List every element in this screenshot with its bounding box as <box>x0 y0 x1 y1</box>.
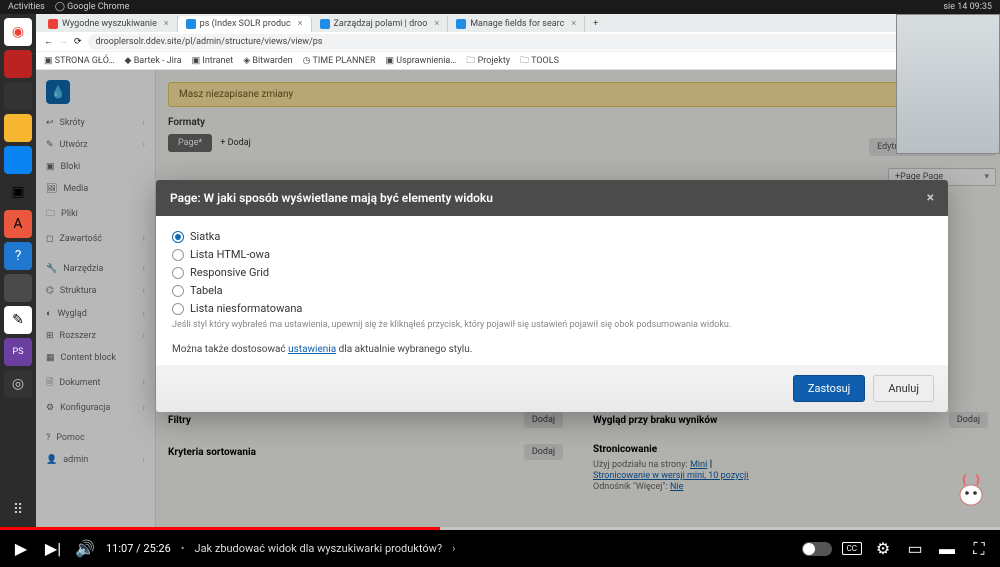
dock-app-icon[interactable]: ✎ <box>4 306 32 334</box>
radio-option[interactable]: Siatka <box>172 230 932 243</box>
dock-app-icon[interactable] <box>4 82 32 110</box>
dock-app-icon[interactable]: A <box>4 210 32 238</box>
drupal-page: 💧 ↩Skróty› ✎Utwórz› ▣Bloki 🖼Media 🗀Pliki… <box>36 70 1000 530</box>
ubuntu-dock: ◉ ▣ A ? ✎ PS ◎ ⠿ <box>0 14 36 530</box>
settings-icon[interactable]: ⚙ <box>872 538 894 560</box>
nav-fwd-icon[interactable]: → <box>59 36 68 47</box>
modal-header: Page: W jaki sposób wyświetlane mają być… <box>156 180 948 216</box>
bookmark-item[interactable]: ▣ Usprawnienia… <box>386 56 457 66</box>
bookmark-item[interactable]: 🗀 TOOLS <box>520 53 559 69</box>
dock-help-icon[interactable]: ? <box>4 242 32 270</box>
bookmark-item[interactable]: 🗀 Projekty <box>466 53 510 69</box>
theatre-icon[interactable]: ▬ <box>936 538 958 560</box>
reload-icon[interactable]: ⟳ <box>74 37 82 47</box>
nav-back-icon[interactable]: ← <box>44 36 53 47</box>
browser-tab[interactable]: Zarządzaj polami | droo× <box>312 16 449 32</box>
webcam-overlay <box>896 14 1000 154</box>
chapter-next-icon[interactable]: › <box>452 542 455 555</box>
bookmark-item[interactable]: ▣ STRONA GŁÓ… <box>44 56 115 66</box>
radio-icon <box>172 267 184 279</box>
format-modal: Page: W jaki sposób wyświetlane mają być… <box>156 180 948 412</box>
clock[interactable]: sie 14 09:35 <box>943 2 992 12</box>
dock-app-icon[interactable] <box>4 50 32 78</box>
bookmark-item[interactable]: ◆ Bartek - Jira <box>125 56 182 66</box>
video-time: 11:07 / 25:26 <box>106 542 171 555</box>
miniplayer-icon[interactable]: ▭ <box>904 538 926 560</box>
bookmark-item[interactable]: ◈ Bitwarden <box>243 56 292 66</box>
modal-hint: Jeśli styl który wybrałeś ma ustawienia,… <box>172 320 932 330</box>
dock-obs-icon[interactable]: ◎ <box>4 370 32 398</box>
close-icon[interactable]: × <box>298 19 303 29</box>
play-icon[interactable]: ▶ <box>10 538 32 560</box>
apply-button[interactable]: Zastosuj <box>793 375 865 402</box>
cc-button[interactable]: CC <box>842 542 862 555</box>
autoplay-toggle[interactable] <box>802 542 832 556</box>
modal-footer: Zastosuj Anuluj <box>156 365 948 412</box>
radio-option[interactable]: Lista HTML-owa <box>172 248 932 261</box>
dock-terminal-icon[interactable]: ▣ <box>4 178 32 206</box>
dock-app-icon[interactable] <box>4 114 32 142</box>
dock-app-icon[interactable] <box>4 274 32 302</box>
dock-phpstorm-icon[interactable]: PS <box>4 338 32 366</box>
settings-link[interactable]: ustawienia <box>288 344 336 355</box>
cancel-button[interactable]: Anuluj <box>873 375 934 402</box>
next-icon[interactable]: ▶| <box>42 538 64 560</box>
modal-close-icon[interactable]: × <box>927 190 934 206</box>
modal-title: Page: W jaki sposób wyświetlane mają być… <box>170 191 493 205</box>
video-controls: ▶ ▶| 🔊 11:07 / 25:26 • Jak zbudować wido… <box>0 530 1000 567</box>
app-indicator[interactable]: ◯ Google Chrome <box>55 2 130 12</box>
radio-icon <box>172 285 184 297</box>
browser-tab[interactable]: Manage fields for searc× <box>448 16 585 32</box>
bookmarks-bar: ▣ STRONA GŁÓ… ◆ Bartek - Jira ▣ Intranet… <box>36 52 1000 70</box>
radio-option[interactable]: Responsive Grid <box>172 266 932 279</box>
radio-option[interactable]: Tabela <box>172 284 932 297</box>
modal-paragraph: Można także dostosować ustawienia dla ak… <box>172 344 932 355</box>
close-icon[interactable]: × <box>434 19 439 29</box>
new-tab-button[interactable]: + <box>585 16 606 32</box>
address-bar: ← → ⟳ drooplersolr.ddev.site/pl/admin/st… <box>36 32 1000 52</box>
volume-icon[interactable]: 🔊 <box>74 538 96 560</box>
radio-icon <box>172 231 184 243</box>
bookmark-item[interactable]: ▣ Intranet <box>192 56 234 66</box>
close-icon[interactable]: × <box>164 19 169 29</box>
dock-chrome-icon[interactable]: ◉ <box>4 18 32 46</box>
radio-icon <box>172 303 184 315</box>
browser-tab[interactable]: Wygodne wyszukiwanie× <box>40 16 178 32</box>
radio-option[interactable]: Lista niesformatowana <box>172 302 932 315</box>
radio-icon <box>172 249 184 261</box>
video-title: Jak zbudować widok dla wyszukiwarki prod… <box>195 542 443 555</box>
ubuntu-topbar: Activities ◯ Google Chrome sie 14 09:35 <box>0 0 1000 14</box>
dock-apps-icon[interactable]: ⠿ <box>4 496 32 524</box>
browser-tab[interactable]: ps (Index SOLR produc× <box>178 16 312 32</box>
close-icon[interactable]: × <box>571 19 576 29</box>
chrome-window: Wygodne wyszukiwanie× ps (Index SOLR pro… <box>36 14 1000 530</box>
activities-label[interactable]: Activities <box>8 2 45 12</box>
chrome-tabstrip: Wygodne wyszukiwanie× ps (Index SOLR pro… <box>36 14 1000 32</box>
dock-app-icon[interactable] <box>4 146 32 174</box>
fullscreen-icon[interactable]: ⛶ <box>968 538 990 560</box>
mascot-icon[interactable] <box>956 471 986 507</box>
url-input[interactable]: drooplersolr.ddev.site/pl/admin/structur… <box>88 34 907 50</box>
bookmark-item[interactable]: ◷ TIME PLANNER <box>303 56 376 66</box>
